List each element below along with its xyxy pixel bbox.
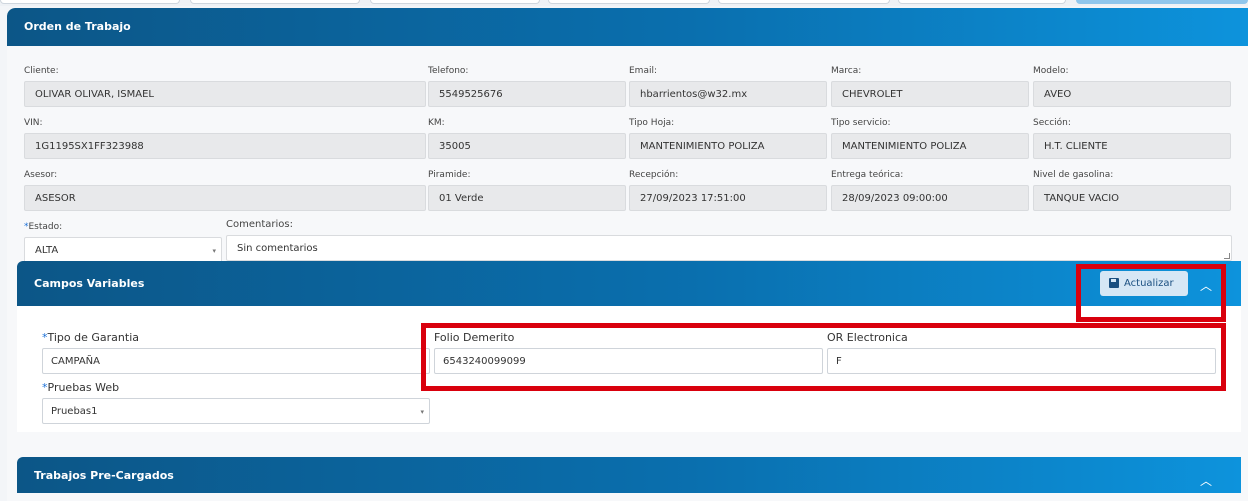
email-field: Email: hbarrientos@w32.mx	[629, 65, 827, 107]
campos-variables-title: Campos Variables	[34, 277, 145, 290]
telefono-field: Telefono: 5549525676	[428, 65, 626, 107]
recepcion-input[interactable]: 27/09/2023 17:51:00	[629, 185, 827, 211]
tab-active[interactable]	[1076, 0, 1248, 4]
cliente-input[interactable]: OLIVAR OLIVAR, ISMAEL	[24, 81, 426, 107]
caret-down-icon: ▾	[420, 408, 424, 416]
tab[interactable]	[0, 0, 180, 4]
comentarios-field: Comentarios: Sin comentarios	[226, 219, 1232, 261]
highlight-box-actualizar	[1076, 264, 1226, 322]
pruebas-web-field: *Pruebas Web Pruebas1 ▾	[42, 381, 430, 424]
caret-down-icon: ▾	[212, 247, 216, 255]
recepcion-label: Recepción:	[629, 170, 679, 180]
tipo-hoja-label: Tipo Hoja:	[629, 118, 675, 128]
tipo-hoja-input[interactable]: MANTENIMIENTO POLIZA	[629, 133, 827, 159]
tipo-servicio-field: Tipo servicio: MANTENIMIENTO POLIZA	[831, 117, 1029, 159]
gasolina-label: Nivel de gasolina:	[1033, 170, 1114, 180]
estado-label: Estado:	[28, 222, 63, 232]
km-label: KM:	[428, 118, 445, 128]
vin-input[interactable]: 1G1195SX1FF323988	[24, 133, 426, 159]
tab[interactable]	[190, 0, 360, 4]
estado-value: ALTA	[35, 245, 59, 256]
pruebas-web-label-wrap: *Pruebas Web	[42, 381, 430, 395]
modelo-label: Modelo:	[1033, 66, 1069, 76]
marca-field: Marca: CHEVROLET	[831, 65, 1029, 107]
entrega-label: Entrega teórica:	[831, 170, 904, 180]
comentarios-label: Comentarios:	[226, 219, 293, 230]
tipo-garantia-input[interactable]: CAMPAÑA	[42, 348, 430, 374]
piramide-label: Piramide:	[428, 170, 471, 180]
tipo-servicio-label: Tipo servicio:	[831, 118, 891, 128]
pruebas-web-label: Pruebas Web	[47, 381, 120, 394]
recepcion-field: Recepción: 27/09/2023 17:51:00	[629, 169, 827, 211]
comentarios-value: Sin comentarios	[237, 243, 318, 254]
marca-label: Marca:	[831, 66, 862, 76]
km-field: KM: 35005	[428, 117, 626, 159]
vin-field: VIN: 1G1195SX1FF323988	[24, 117, 426, 159]
estado-field: *Estado: ALTA ▾	[24, 221, 222, 263]
email-label: Email:	[629, 66, 658, 76]
cliente-label: Cliente:	[24, 66, 59, 76]
pruebas-web-select[interactable]: Pruebas1 ▾	[42, 398, 430, 424]
estado-label-wrap: *Estado:	[24, 221, 222, 233]
seccion-label: Sección:	[1033, 118, 1071, 128]
resize-handle-icon[interactable]	[1224, 253, 1230, 259]
pruebas-web-value: Pruebas1	[51, 406, 98, 417]
tipo-servicio-input[interactable]: MANTENIMIENTO POLIZA	[831, 133, 1029, 159]
estado-select[interactable]: ALTA ▾	[24, 237, 222, 263]
entrega-input[interactable]: 28/09/2023 09:00:00	[831, 185, 1029, 211]
asesor-input[interactable]: ASESOR	[24, 185, 426, 211]
tab[interactable]	[718, 0, 890, 4]
km-input[interactable]: 35005	[428, 133, 626, 159]
gasolina-input[interactable]: TANQUE VACIO	[1033, 185, 1231, 211]
tipo-hoja-field: Tipo Hoja: MANTENIMIENTO POLIZA	[629, 117, 827, 159]
tab[interactable]	[898, 0, 1066, 4]
top-tab-strip	[0, 0, 1248, 6]
tipo-garantia-label: Tipo de Garantia	[47, 331, 140, 344]
telefono-label: Telefono:	[428, 66, 469, 76]
asesor-label: Asesor:	[24, 170, 58, 180]
campos-variables-header: Campos Variables	[17, 261, 1241, 306]
marca-input[interactable]: CHEVROLET	[831, 81, 1029, 107]
trabajos-title: Trabajos Pre-Cargados	[34, 469, 174, 482]
vin-label: VIN:	[24, 118, 43, 128]
seccion-input[interactable]: H.T. CLIENTE	[1033, 133, 1231, 159]
tipo-garantia-label-wrap: *Tipo de Garantia	[42, 331, 430, 345]
gasolina-field: Nivel de gasolina: TANQUE VACIO	[1033, 169, 1231, 211]
email-input[interactable]: hbarrientos@w32.mx	[629, 81, 827, 107]
asesor-field: Asesor: ASESOR	[24, 169, 426, 211]
work-order-title: Orden de Trabajo	[7, 8, 1248, 46]
chevron-up-icon[interactable]: ︿	[1200, 472, 1212, 489]
trabajos-header: Trabajos Pre-Cargados	[17, 457, 1241, 493]
piramide-input[interactable]: 01 Verde	[428, 185, 626, 211]
cliente-field: Cliente: OLIVAR OLIVAR, ISMAEL	[24, 65, 426, 107]
seccion-field: Sección: H.T. CLIENTE	[1033, 117, 1231, 159]
tab[interactable]	[370, 0, 540, 4]
entrega-field: Entrega teórica: 28/09/2023 09:00:00	[831, 169, 1029, 211]
telefono-input[interactable]: 5549525676	[428, 81, 626, 107]
highlight-box-fields	[421, 323, 1226, 391]
modelo-field: Modelo: AVEO	[1033, 65, 1231, 107]
comentarios-textarea[interactable]: Sin comentarios	[226, 235, 1232, 261]
tipo-garantia-field: *Tipo de Garantia CAMPAÑA	[42, 331, 430, 374]
piramide-field: Piramide: 01 Verde	[428, 169, 626, 211]
tab[interactable]	[548, 0, 710, 4]
modelo-input[interactable]: AVEO	[1033, 81, 1231, 107]
